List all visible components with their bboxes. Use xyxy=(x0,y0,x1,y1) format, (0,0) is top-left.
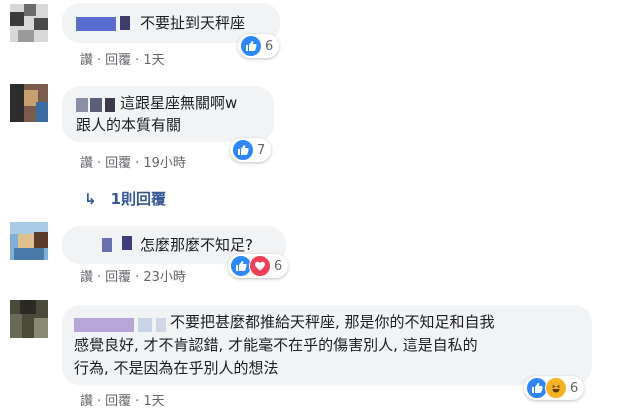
comment-bubble: 不要把甚麼都推給天秤座, 那是你的不知足和自我 感覺良好, 才不肯認錯, 才能毫… xyxy=(62,305,592,385)
blurred-author-name[interactable] xyxy=(102,238,112,252)
reply-link[interactable]: 回覆 xyxy=(105,49,131,68)
comment-text: 不要扯到天秤座 xyxy=(140,14,246,32)
avatar[interactable] xyxy=(10,222,48,260)
comment-text-line: 行為, 不是因為在乎別人的想法 xyxy=(74,359,279,377)
timestamp[interactable]: 1天 xyxy=(143,49,164,68)
reaction-summary[interactable]: 6 xyxy=(238,34,280,58)
comment-text-line: 不要把甚麼都推給天秤座, 那是你的不知足和自我 xyxy=(170,313,495,331)
like-link[interactable]: 讚 xyxy=(80,266,93,285)
view-replies-label: 1則回覆 xyxy=(110,190,167,208)
blurred-author-name[interactable] xyxy=(105,98,115,112)
reaction-summary[interactable]: 7 xyxy=(230,138,272,162)
reply-arrow-icon: ↳ xyxy=(84,190,97,208)
blurred-author-name[interactable] xyxy=(122,236,132,250)
like-link[interactable]: 讚 xyxy=(80,49,93,68)
reaction-count: 6 xyxy=(570,380,579,396)
blurred-author-name[interactable] xyxy=(74,318,134,332)
avatar[interactable] xyxy=(10,4,48,42)
blurred-author-name[interactable] xyxy=(120,16,130,30)
reply-link[interactable]: 回覆 xyxy=(105,390,131,409)
reaction-count: 6 xyxy=(265,38,274,54)
like-icon xyxy=(240,35,262,57)
avatar[interactable] xyxy=(10,300,48,338)
comment-text-line: 感覺良好, 才不肯認錯, 才能毫不在乎的傷害別人, 這是自私的 xyxy=(74,336,478,354)
comment-text: 怎麼那麼不知足? xyxy=(140,236,253,254)
reaction-count: 7 xyxy=(257,142,266,158)
blurred-author-name[interactable] xyxy=(76,17,116,31)
love-icon xyxy=(249,255,271,277)
reaction-summary[interactable]: 6 xyxy=(524,376,585,400)
comment-actions: 讚 · 回覆 · 1天 xyxy=(80,49,165,68)
timestamp[interactable]: 1天 xyxy=(143,390,164,409)
reaction-count: 6 xyxy=(274,258,283,274)
timestamp[interactable]: 23小時 xyxy=(143,266,186,285)
like-link[interactable]: 讚 xyxy=(80,390,93,409)
reaction-summary[interactable]: 6 xyxy=(228,254,289,278)
like-icon xyxy=(232,139,254,161)
blurred-author-name[interactable] xyxy=(90,98,102,112)
like-link[interactable]: 讚 xyxy=(80,152,93,171)
blurred-author-name[interactable] xyxy=(138,318,152,332)
comment-text-line: 跟人的本質有關 xyxy=(76,116,182,134)
comment-bubble: 這跟星座無關啊w 跟人的本質有關 xyxy=(62,86,274,142)
reply-link[interactable]: 回覆 xyxy=(105,152,131,171)
blurred-author-name[interactable] xyxy=(156,318,166,332)
comment-text-line: 這跟星座無關啊w xyxy=(120,94,238,112)
comment-actions: 讚 · 回覆 · 1天 xyxy=(80,390,165,409)
comment-actions: 讚 · 回覆 · 19小時 xyxy=(80,152,186,171)
view-replies-link[interactable]: ↳ 1則回覆 xyxy=(84,188,166,209)
avatar[interactable] xyxy=(10,84,48,122)
haha-icon xyxy=(545,377,567,399)
comment-actions: 讚 · 回覆 · 23小時 xyxy=(80,266,186,285)
timestamp[interactable]: 19小時 xyxy=(143,152,186,171)
reply-link[interactable]: 回覆 xyxy=(105,266,131,285)
blurred-author-name[interactable] xyxy=(76,98,88,112)
